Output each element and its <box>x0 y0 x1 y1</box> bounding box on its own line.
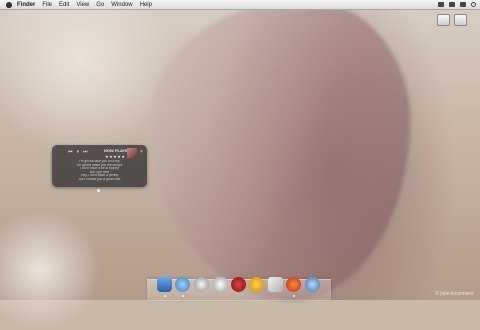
running-indicator <box>182 295 184 297</box>
menu-bar: Finder File Edit View Go Window Help <box>0 0 480 10</box>
spotlight-icon[interactable] <box>471 2 476 7</box>
lyrics-line: But I'll show you a good time <box>78 177 121 181</box>
firefox-icon[interactable] <box>286 277 301 292</box>
watermark: © julie-kosemarie <box>435 291 474 297</box>
clock-icon[interactable] <box>460 2 466 7</box>
drive-icon[interactable] <box>437 14 450 26</box>
running-indicator <box>293 295 295 297</box>
menu-window[interactable]: Window <box>111 2 132 8</box>
apple-icon[interactable] <box>6 1 12 8</box>
menu-edit[interactable]: Edit <box>59 2 69 8</box>
media-icon[interactable] <box>231 277 246 292</box>
battery-icon[interactable] <box>449 2 455 7</box>
finder-icon[interactable] <box>157 277 172 292</box>
player-controls: ⏮ ⏸ ⏭ <box>68 149 88 155</box>
robot-icon[interactable] <box>213 277 228 292</box>
pause-button[interactable]: ⏸ <box>77 149 80 155</box>
volume-icon[interactable] <box>438 2 444 7</box>
drive-icon[interactable] <box>454 14 467 26</box>
previous-track-button[interactable]: ⏮ <box>68 149 73 155</box>
running-indicator <box>164 295 166 297</box>
menu-extras <box>438 0 476 9</box>
dock <box>147 277 331 301</box>
menu-file[interactable]: File <box>42 2 52 8</box>
rating-stars[interactable]: ★★★★★ <box>105 154 125 159</box>
menu-finder[interactable]: Finder <box>17 2 35 8</box>
smiley-icon[interactable] <box>249 277 264 292</box>
quill-icon[interactable] <box>268 277 283 292</box>
safari-icon[interactable] <box>175 277 190 292</box>
album-art <box>127 148 137 158</box>
menu-view[interactable]: View <box>76 2 89 8</box>
menu-go[interactable]: Go <box>96 2 104 8</box>
next-track-button[interactable]: ⏭ <box>83 149 88 155</box>
music-player-widget: ⏮ ⏸ ⏭ NOW PLAYING ★★★★★ × I'm gonna take… <box>52 145 147 187</box>
lyrics-text: I'm gonna take you on a trip I'm gonna m… <box>56 160 143 182</box>
player-indicator-dot <box>97 189 100 192</box>
globe-icon[interactable] <box>305 277 320 292</box>
system-icon[interactable] <box>194 277 209 292</box>
menu-help[interactable]: Help <box>140 2 152 8</box>
close-player-button[interactable]: × <box>140 150 145 155</box>
